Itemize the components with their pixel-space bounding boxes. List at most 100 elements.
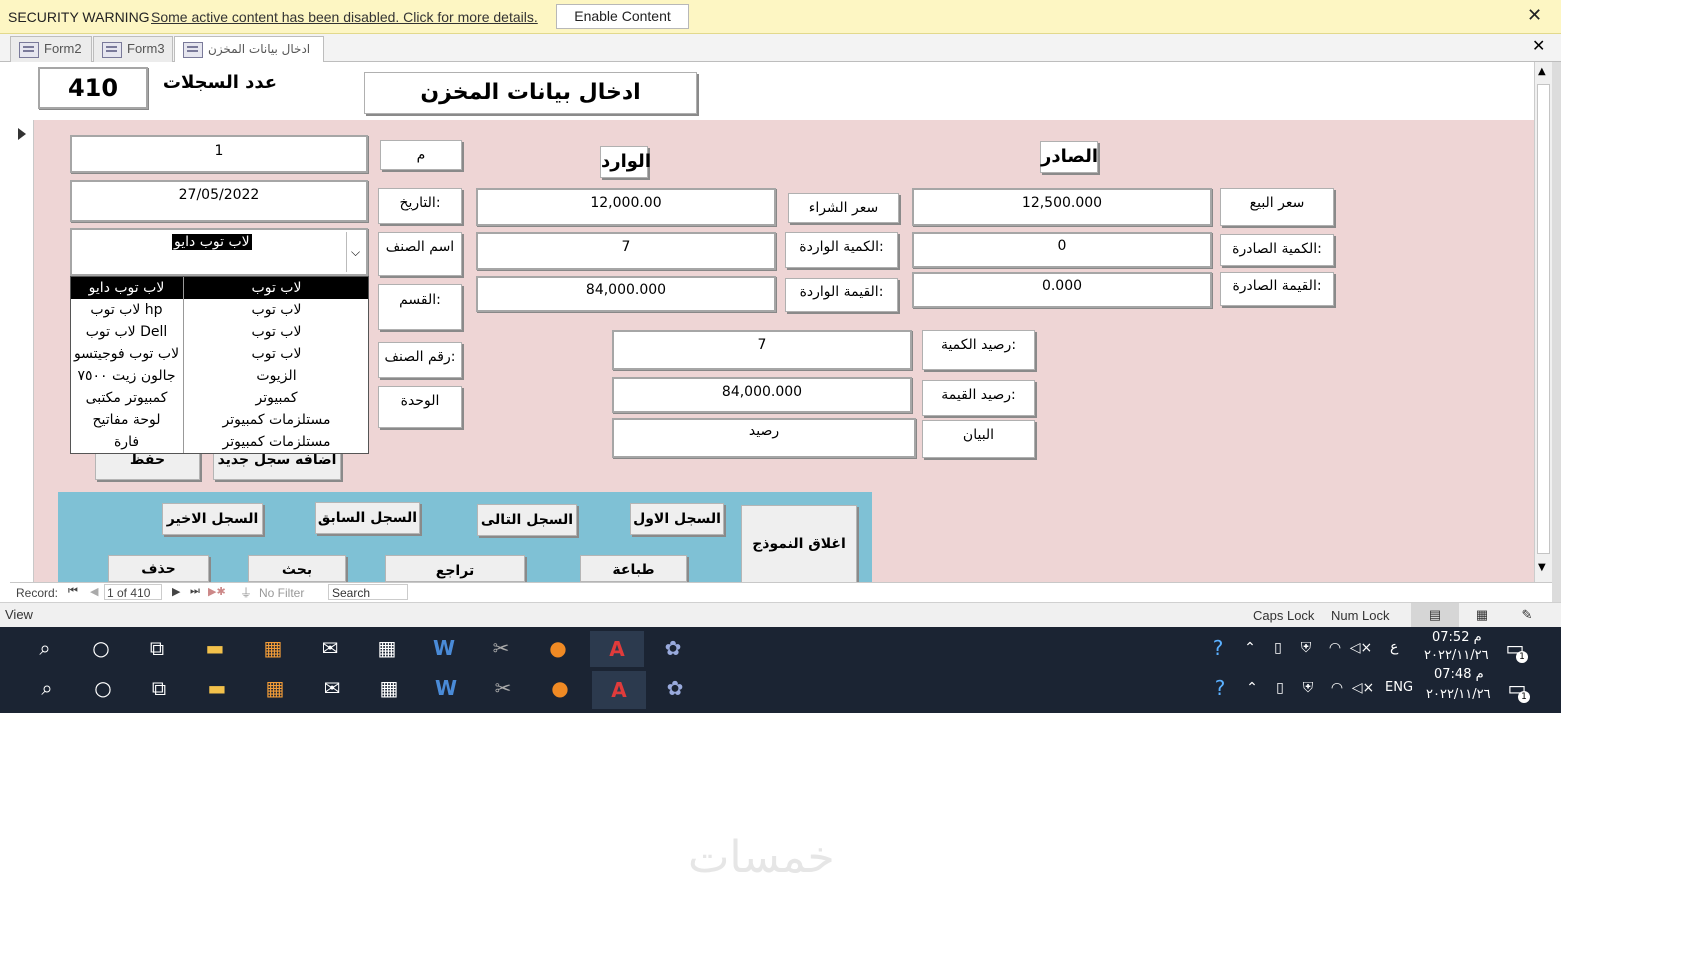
clock-time[interactable]: 07:52 م <box>1432 630 1482 645</box>
chevron-down-icon[interactable]: ⌵ <box>346 232 364 272</box>
dropdown-option[interactable]: لاب توب hp لاب توب <box>71 299 368 321</box>
scroll-down-icon[interactable]: ▼ <box>1538 562 1546 573</box>
new-record-icon[interactable]: ▶✱ <box>208 585 226 598</box>
calculator-icon[interactable]: ▦ <box>374 673 404 703</box>
form-view-icon[interactable]: ▤ <box>1411 603 1459 627</box>
security-icon[interactable]: ⛨ <box>1293 673 1323 703</box>
date-field[interactable]: 27/05/2022 <box>70 180 368 222</box>
record-position-input[interactable]: 1 of 410 <box>104 584 162 600</box>
help-icon[interactable]: ? <box>1205 673 1235 703</box>
dropdown-option[interactable]: كمبيوتر مكتبى كمبيوتر <box>71 387 368 409</box>
dropdown-option[interactable]: فارة مستلزمات كمبيوتر <box>71 431 368 453</box>
close-form-button[interactable]: اغلاق النموذج <box>741 505 857 583</box>
volume-icon[interactable]: ◁× <box>1348 673 1378 703</box>
delete-button[interactable]: حذف <box>108 555 209 582</box>
store-icon[interactable]: ▦ <box>258 633 288 663</box>
clock-date[interactable]: ٢٠٢٢/١١/٢٦ <box>1424 648 1489 663</box>
statement-field[interactable]: رصيد <box>612 418 916 458</box>
close-tab-icon[interactable]: ✕ <box>1532 36 1545 55</box>
usb-icon[interactable]: ▯ <box>1263 633 1293 663</box>
usb-icon[interactable]: ▯ <box>1265 673 1295 703</box>
record-search-input[interactable]: Search <box>328 584 408 600</box>
vertical-scrollbar[interactable]: ▲ ▼ <box>1534 62 1552 582</box>
dropdown-option[interactable]: لاب توب Dell لاب توب <box>71 321 368 343</box>
item-name-dropdown-list[interactable]: لاب توب دايو لاب توب لاب توب hp لاب توب لا… <box>70 276 369 454</box>
access-icon[interactable]: A <box>592 671 646 709</box>
security-icon[interactable]: ⛨ <box>1291 633 1321 663</box>
undo-button[interactable]: تراجع <box>385 555 525 582</box>
balance-value-field[interactable]: 84,000.000 <box>612 377 912 413</box>
scroll-thumb[interactable] <box>1537 84 1550 554</box>
dropdown-option[interactable]: لاب توب دايو لاب توب <box>71 277 368 299</box>
chevron-up-icon[interactable]: ⌃ <box>1235 633 1265 663</box>
firefox-icon[interactable]: ● <box>543 633 573 663</box>
incoming-heading: الوارد <box>600 146 651 178</box>
record-selector[interactable] <box>10 120 34 582</box>
enable-content-button[interactable]: Enable Content <box>556 4 689 29</box>
next-record-button[interactable]: السجل التالى <box>477 504 577 536</box>
language-indicator[interactable]: ENG <box>1385 680 1413 695</box>
serial-field[interactable]: 1 <box>70 135 368 173</box>
design-view-icon[interactable]: ✎ <box>1515 603 1539 627</box>
scroll-up-icon[interactable]: ▲ <box>1538 66 1546 77</box>
dropdown-option[interactable]: لاب توب فوجيتسو لاب توب <box>71 343 368 365</box>
tab-form2[interactable]: Form2 <box>10 36 92 62</box>
snipping-tool-icon[interactable]: ✂ <box>488 673 518 703</box>
chevron-up-icon[interactable]: ⌃ <box>1237 673 1267 703</box>
calculator-icon[interactable]: ▦ <box>372 633 402 663</box>
previous-record-icon[interactable]: ◀ <box>90 585 98 598</box>
tab-store-entry[interactable]: ادخال بيانات المخزن <box>174 36 324 62</box>
mail-icon[interactable]: ✉ <box>315 633 345 663</box>
file-explorer-icon[interactable]: ▬ <box>200 633 230 663</box>
previous-record-button[interactable]: السجل السابق <box>315 502 420 534</box>
volume-icon[interactable]: ◁× <box>1346 633 1376 663</box>
access-icon[interactable]: A <box>590 631 644 667</box>
dropdown-option[interactable]: جالون زيت ٧٥٠٠ الزيوت <box>71 365 368 387</box>
file-explorer-icon[interactable]: ▬ <box>202 673 232 703</box>
tab-form3[interactable]: Form3 <box>93 36 173 62</box>
filter-status[interactable]: No Filter <box>259 586 304 600</box>
dropdown-option[interactable]: لوحة مفاتيح مستلزمات كمبيوتر <box>71 409 368 431</box>
word-icon[interactable]: W <box>431 673 461 703</box>
incoming-value-field[interactable]: 84,000.000 <box>476 276 776 312</box>
sale-price-field[interactable]: 12,500.000 <box>912 188 1212 226</box>
datasheet-view-icon[interactable]: ▦ <box>1470 603 1494 627</box>
outgoing-quantity-field[interactable]: 0 <box>912 232 1212 268</box>
print-button[interactable]: طباعة <box>580 555 687 582</box>
paint-icon[interactable]: ✿ <box>660 673 690 703</box>
clock-date[interactable]: ٢٠٢٢/١١/٢٦ <box>1426 687 1491 702</box>
search-button[interactable]: بحث <box>248 555 346 582</box>
item-number-label: رقم الصنف: <box>378 342 462 378</box>
item-name-combobox[interactable]: لاب توب دايو ⌵ <box>70 228 368 276</box>
cortana-icon[interactable]: ○ <box>88 673 118 703</box>
window-scrollbar[interactable] <box>1552 62 1561 602</box>
mail-icon[interactable]: ✉ <box>317 673 347 703</box>
balance-quantity-field[interactable]: 7 <box>612 330 912 370</box>
dropdown-option-name: لاب توب فوجيتسو <box>73 346 180 362</box>
help-icon[interactable]: ? <box>1203 633 1233 663</box>
category-label: القسم: <box>378 284 462 330</box>
paint-icon[interactable]: ✿ <box>658 633 688 663</box>
next-record-icon[interactable]: ▶ <box>172 585 180 598</box>
purchase-price-field[interactable]: 12,000.00 <box>476 188 776 226</box>
firefox-icon[interactable]: ● <box>545 673 575 703</box>
first-record-button[interactable]: السجل الاول <box>630 503 724 535</box>
incoming-quantity-field[interactable]: 7 <box>476 232 776 270</box>
close-security-bar-icon[interactable]: ✕ <box>1527 5 1542 26</box>
last-record-button[interactable]: السجل الاخير <box>162 503 263 535</box>
security-warning-details-link[interactable]: Some active content has been disabled. C… <box>151 9 538 25</box>
task-view-icon[interactable]: ⧉ <box>142 633 172 663</box>
last-record-icon[interactable]: ⏭ <box>190 585 200 598</box>
language-indicator[interactable]: ع <box>1390 639 1398 655</box>
word-icon[interactable]: W <box>429 633 459 663</box>
task-view-icon[interactable]: ⧉ <box>144 673 174 703</box>
snipping-tool-icon[interactable]: ✂ <box>486 633 516 663</box>
clock-time[interactable]: 07:48 م <box>1434 667 1484 682</box>
cortana-icon[interactable]: ○ <box>86 633 116 663</box>
search-icon[interactable]: ⌕ <box>30 633 60 663</box>
store-icon[interactable]: ▦ <box>260 673 290 703</box>
first-record-icon[interactable]: ⏮ <box>68 585 78 598</box>
outgoing-value-field[interactable]: 0.000 <box>912 272 1212 308</box>
search-icon[interactable]: ⌕ <box>32 673 62 703</box>
filter-icon[interactable]: ⏚ <box>240 584 252 601</box>
